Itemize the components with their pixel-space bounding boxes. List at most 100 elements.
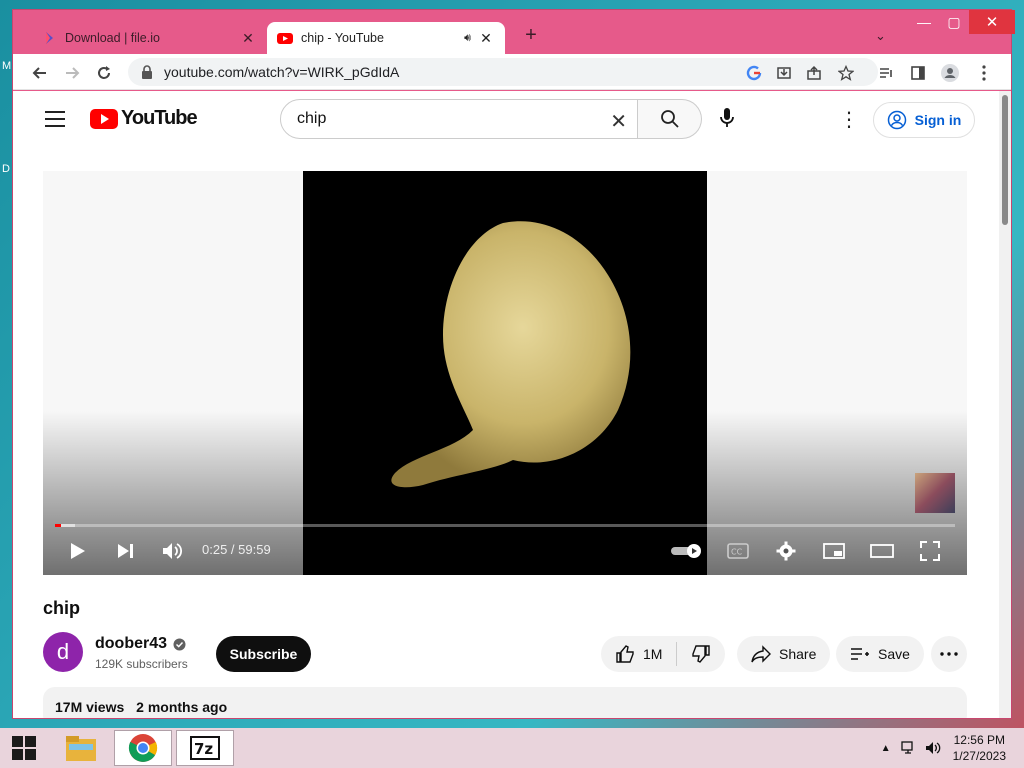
play-button[interactable] xyxy=(65,537,91,565)
channel-name: doober43 xyxy=(95,635,168,652)
show-hidden-icons-icon[interactable]: ▲ xyxy=(881,743,891,754)
tab-file-io[interactable]: Download | file.io ✕ xyxy=(31,22,267,54)
fullscreen-icon xyxy=(920,541,940,561)
channel-name-link[interactable]: doober43 xyxy=(95,635,186,653)
mute-button[interactable] xyxy=(159,537,185,565)
back-arrow-icon xyxy=(32,67,46,79)
title-bar: Download | file.io ✕ chip - YouTube 🔊︎ ✕… xyxy=(13,10,1015,54)
settings-kebab-icon[interactable]: ⋮ xyxy=(839,107,859,132)
sign-in-button[interactable]: Sign in xyxy=(873,102,975,138)
captions-icon: CC xyxy=(727,543,749,559)
youtube-logo[interactable]: YouTube xyxy=(90,107,198,130)
browser-window: Download | file.io ✕ chip - YouTube 🔊︎ ✕… xyxy=(12,9,1015,719)
like-button[interactable]: 1M xyxy=(601,636,676,672)
side-panel-icon[interactable] xyxy=(907,62,929,84)
settings-button[interactable] xyxy=(771,537,801,565)
windows-logo-icon xyxy=(12,736,36,760)
start-button[interactable] xyxy=(0,728,48,768)
view-count: 17M views xyxy=(55,699,125,715)
save-label: Save xyxy=(878,646,910,662)
youtube-play-logo-icon xyxy=(90,108,118,129)
reload-button[interactable] xyxy=(93,62,115,84)
subscribe-button[interactable]: Subscribe xyxy=(216,636,311,672)
microphone-icon xyxy=(720,108,734,127)
hamburger-menu-icon[interactable] xyxy=(45,111,65,132)
like-count: 1M xyxy=(643,646,663,662)
back-button[interactable] xyxy=(29,62,51,84)
fullscreen-button[interactable] xyxy=(915,537,945,565)
page-scrollbar[interactable] xyxy=(999,91,1011,718)
youtube-header: YouTube chip ✕ ⋮ Sign in xyxy=(13,91,1011,147)
clock[interactable]: 12:56 PM 1/27/2023 xyxy=(953,732,1006,764)
verified-badge-icon xyxy=(173,638,186,650)
next-button[interactable] xyxy=(113,537,139,565)
google-lens-icon[interactable] xyxy=(743,62,765,84)
clear-search-icon[interactable]: ✕ xyxy=(610,109,627,134)
maximize-button[interactable]: ▢ xyxy=(939,10,969,34)
reading-list-icon[interactable] xyxy=(875,62,897,84)
channel-watermark[interactable] xyxy=(915,473,955,513)
theater-mode-icon xyxy=(870,544,894,558)
file-explorer-icon xyxy=(66,736,96,761)
url-text: youtube.com/watch?v=WIRK_pGdIdA xyxy=(164,64,400,80)
thumbs-up-icon xyxy=(616,645,634,663)
channel-avatar[interactable]: d xyxy=(43,632,83,672)
video-frame[interactable] xyxy=(303,171,707,575)
share-icon[interactable] xyxy=(803,62,825,84)
like-dislike-group: 1M xyxy=(601,636,726,672)
tab-search-chevron-icon[interactable]: ⌄ xyxy=(875,28,886,44)
desktop-icon-label: M xyxy=(2,60,12,72)
speaker-icon[interactable] xyxy=(925,741,941,755)
address-bar[interactable]: youtube.com/watch?v=WIRK_pGdIdA xyxy=(128,58,878,86)
account-circle-icon xyxy=(887,110,906,130)
voice-search-button[interactable] xyxy=(719,107,735,134)
bookmark-star-icon[interactable] xyxy=(835,62,857,84)
play-icon xyxy=(71,543,85,559)
svg-text:CC: CC xyxy=(731,548,743,557)
taskbar-file-explorer[interactable] xyxy=(52,730,110,766)
potato-chip-image xyxy=(391,221,631,488)
new-tab-button[interactable]: + xyxy=(518,24,544,47)
share-label: Share xyxy=(779,646,817,662)
close-window-button[interactable]: ✕ xyxy=(969,10,1015,34)
theater-mode-button[interactable] xyxy=(867,537,897,565)
taskbar-7zip[interactable]: 7z xyxy=(176,730,234,766)
youtube-page: YouTube chip ✕ ⋮ Sign in 0:25 / 59:59 CC… xyxy=(13,91,1011,718)
dislike-button[interactable] xyxy=(677,636,725,672)
share-button[interactable]: Share xyxy=(737,636,831,672)
taskbar-chrome[interactable] xyxy=(114,730,172,766)
tab-youtube[interactable]: chip - YouTube 🔊︎ ✕ xyxy=(267,22,505,54)
autoplay-toggle[interactable] xyxy=(669,537,705,565)
progress-bar[interactable] xyxy=(55,524,955,527)
gear-icon xyxy=(776,541,796,561)
more-actions-button[interactable] xyxy=(931,636,967,672)
audio-playing-icon[interactable]: 🔊︎ xyxy=(464,32,471,45)
video-player[interactable]: 0:25 / 59:59 CC xyxy=(43,171,967,575)
menu-kebab-icon[interactable] xyxy=(973,62,995,84)
scrollbar-thumb[interactable] xyxy=(1002,95,1008,225)
taskbar: 7z ▲ 12:56 PM 1/27/2023 xyxy=(0,728,1024,768)
close-tab-icon[interactable]: ✕ xyxy=(477,30,495,47)
search-button[interactable] xyxy=(638,99,702,139)
profile-icon[interactable] xyxy=(939,62,961,84)
miniplayer-button[interactable] xyxy=(819,537,849,565)
search-input[interactable]: chip ✕ xyxy=(280,99,638,139)
minimize-button[interactable]: — xyxy=(909,10,939,34)
time-display: 0:25 / 59:59 xyxy=(202,542,271,557)
close-tab-icon[interactable]: ✕ xyxy=(239,30,257,47)
lock-icon xyxy=(142,65,152,79)
progress-fill xyxy=(55,524,62,527)
search-query: chip xyxy=(297,110,327,127)
save-button[interactable]: Save xyxy=(836,636,924,672)
captions-button[interactable]: CC xyxy=(723,537,753,565)
network-icon[interactable] xyxy=(900,741,917,755)
share-arrow-icon xyxy=(751,645,771,663)
install-app-icon[interactable] xyxy=(773,62,795,84)
desktop-icon-label: D xyxy=(2,163,10,175)
youtube-logo-text: YouTube xyxy=(121,107,198,129)
subscriber-count: 129K subscribers xyxy=(95,657,188,671)
window-controls: — ▢ ✕ xyxy=(909,10,1015,34)
volume-icon xyxy=(163,543,182,559)
forward-button[interactable] xyxy=(61,62,83,84)
description-box[interactable]: 17M views 2 months ago xyxy=(43,687,967,718)
